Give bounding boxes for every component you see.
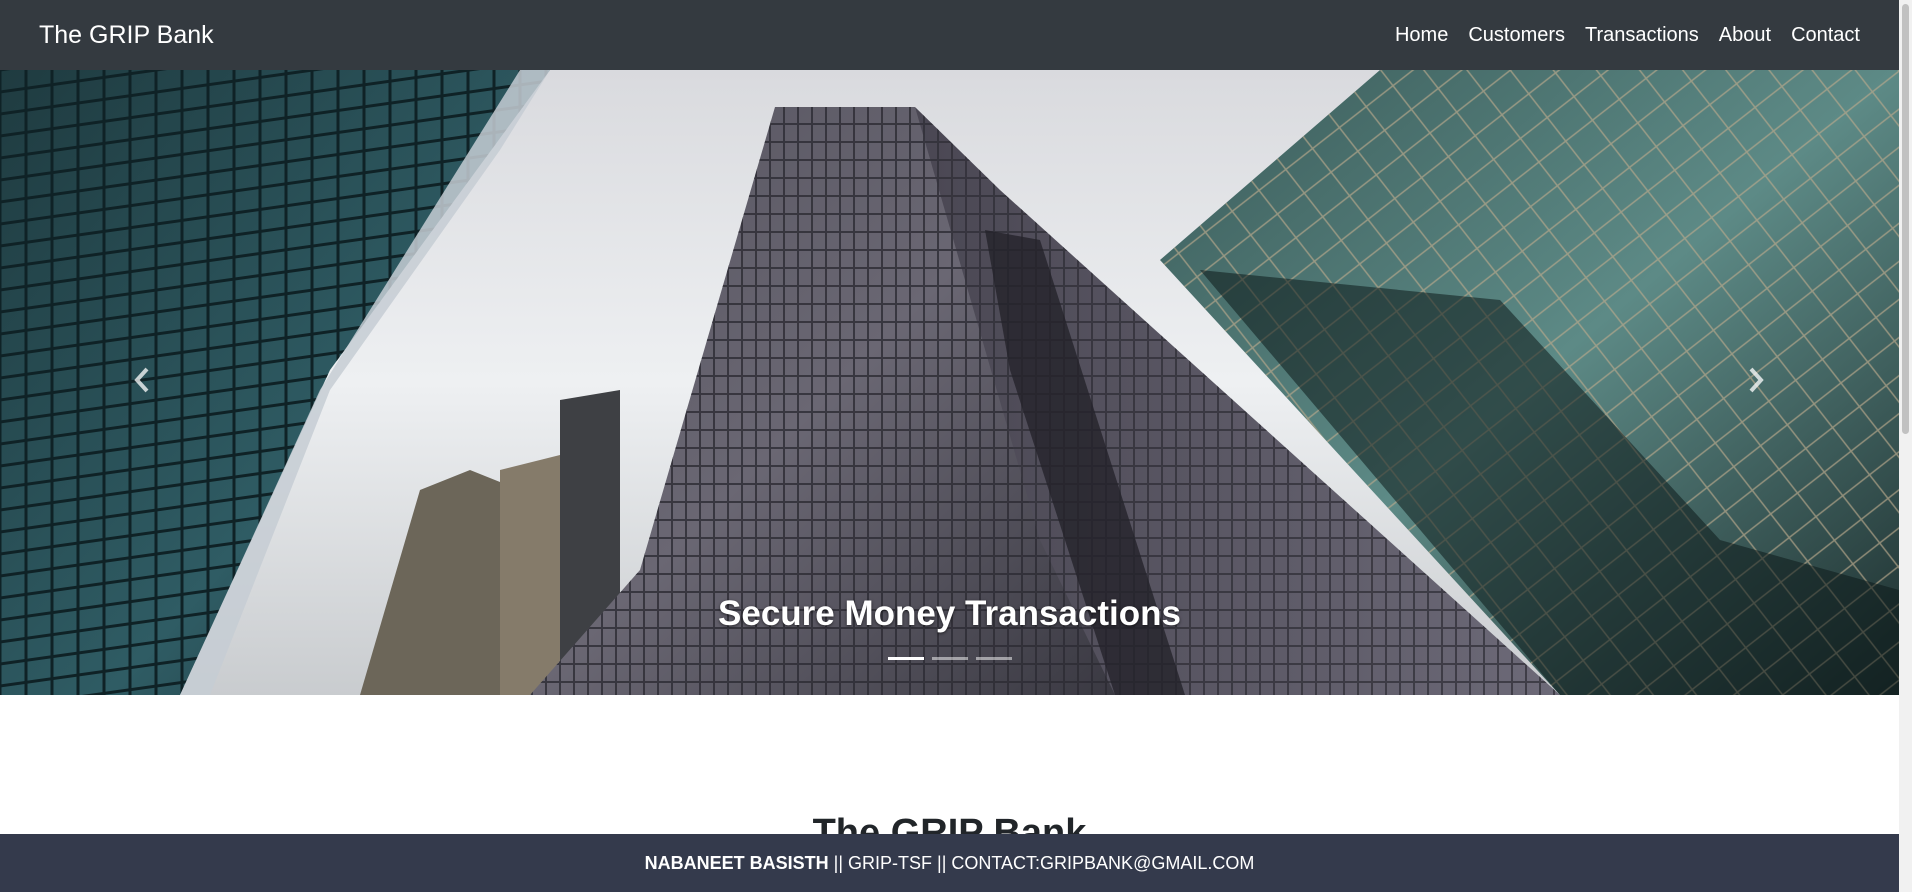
footer-name: NABANEET BASISTH — [644, 852, 829, 873]
chevron-right-icon — [1749, 367, 1764, 393]
nav-customers-link[interactable]: Customers — [1468, 24, 1565, 47]
chevron-left-icon — [134, 367, 149, 393]
footer-separator-2: || — [932, 852, 952, 873]
nav-links: Home Customers Transactions About Contac… — [1395, 24, 1860, 47]
nav-about-link[interactable]: About — [1719, 24, 1771, 47]
footer-org: GRIP-TSF — [848, 852, 933, 873]
carousel-indicator-3[interactable] — [975, 657, 1012, 660]
scrollbar-thumb[interactable] — [1902, 4, 1909, 434]
brand-link[interactable]: The GRIP Bank — [39, 21, 214, 50]
footer: NABANEET BASISTH || GRIP-TSF || CONTACT:… — [0, 834, 1899, 892]
nav-home-link[interactable]: Home — [1395, 24, 1448, 47]
nav-contact-link[interactable]: Contact — [1791, 24, 1860, 47]
carousel-next-button[interactable] — [1736, 360, 1776, 400]
carousel-caption: Secure Money Transactions — [718, 594, 1181, 633]
carousel-indicators — [0, 657, 1899, 660]
nav-transactions-link[interactable]: Transactions — [1585, 24, 1699, 47]
carousel-prev-button[interactable] — [122, 360, 162, 400]
carousel-indicator-2[interactable] — [931, 657, 968, 660]
page: The GRIP Bank Home Customers Transaction… — [0, 0, 1912, 892]
footer-contact: CONTACT:GRIPBANK@GMAIL.COM — [951, 852, 1255, 873]
page-scrollbar[interactable] — [1899, 0, 1912, 892]
carousel-indicator-1[interactable] — [887, 657, 924, 660]
footer-separator-1: || — [828, 852, 849, 873]
hero-carousel: Secure Money Transactions — [0, 70, 1899, 695]
navbar: The GRIP Bank Home Customers Transaction… — [0, 0, 1899, 70]
